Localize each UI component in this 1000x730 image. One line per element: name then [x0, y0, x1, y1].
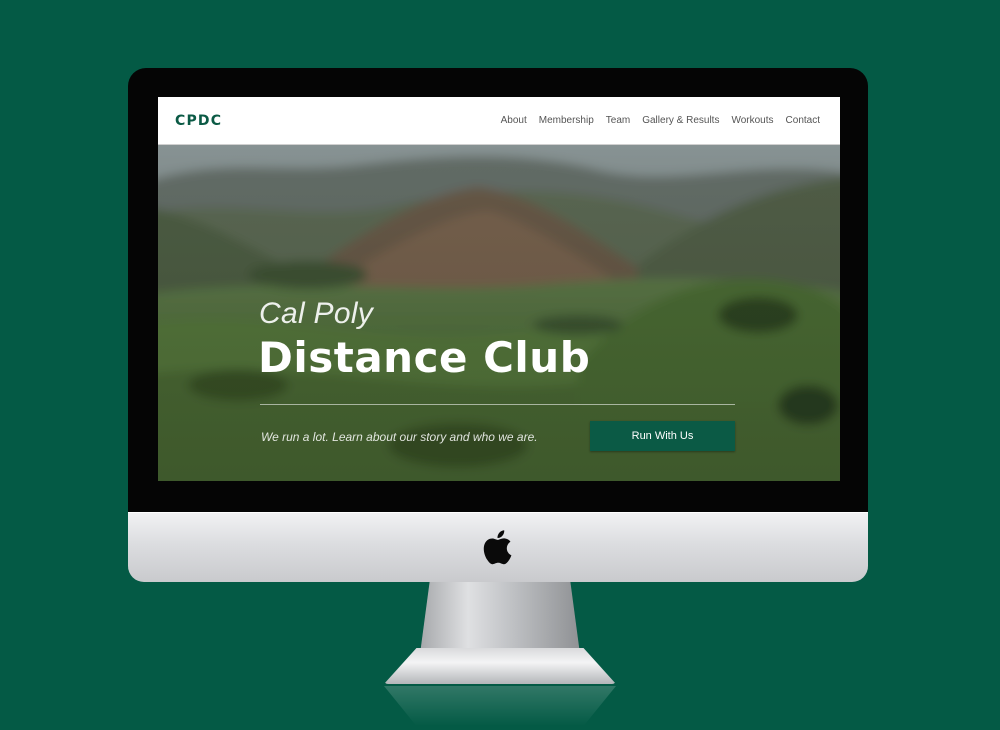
hero-title: Distance Club	[258, 333, 591, 382]
site-navbar: CPDC About Membership Team Gallery & Res…	[158, 97, 840, 145]
run-with-us-button[interactable]: Run With Us	[590, 421, 735, 451]
hero-tagline: We run a lot. Learn about our story and …	[261, 430, 538, 444]
nav-link-contact[interactable]: Contact	[786, 115, 820, 126]
hero-divider	[260, 404, 735, 405]
monitor-stand-neck	[420, 582, 580, 654]
nav-link-membership[interactable]: Membership	[539, 115, 594, 126]
site-logo[interactable]: CPDC	[175, 113, 222, 129]
monitor-stand-foot	[384, 648, 616, 684]
hero-subtitle: Cal Poly	[259, 297, 374, 330]
nav-link-workouts[interactable]: Workouts	[731, 115, 773, 126]
website-screen: CPDC About Membership Team Gallery & Res…	[158, 97, 840, 481]
nav-link-about[interactable]: About	[501, 115, 527, 126]
mockup-stage: CPDC About Membership Team Gallery & Res…	[0, 0, 1000, 730]
hero-section: Cal Poly Distance Club We run a lot. Lea…	[158, 145, 840, 481]
nav-link-team[interactable]: Team	[606, 115, 630, 126]
nav-links: About Membership Team Gallery & Results …	[501, 115, 820, 126]
stand-reflection	[384, 686, 616, 726]
apple-logo-icon	[483, 530, 512, 565]
nav-link-gallery-results[interactable]: Gallery & Results	[642, 115, 719, 126]
